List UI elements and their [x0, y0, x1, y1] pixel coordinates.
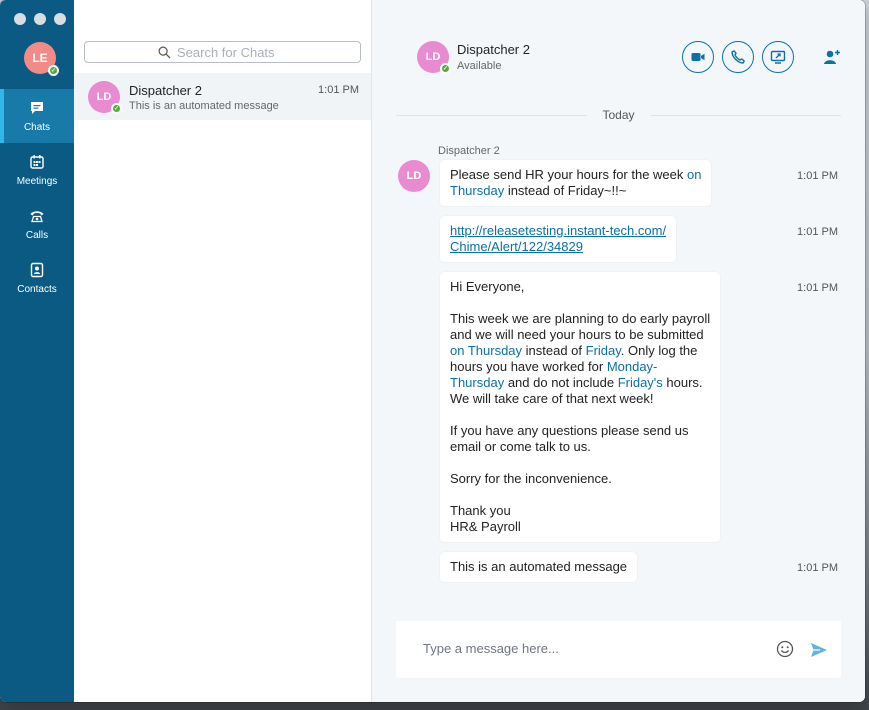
contact-avatar[interactable]: LD — [417, 41, 451, 74]
add-participant-button[interactable] — [820, 45, 844, 69]
chat-icon — [31, 101, 43, 114]
contact-name: Dispatcher 2 — [457, 42, 530, 57]
chat-name: Dispatcher 2 — [129, 83, 202, 98]
message-link[interactable]: http://releasetesting.instant-tech.com/ — [450, 223, 666, 238]
close-window-button[interactable] — [14, 13, 26, 25]
presence-available-icon — [111, 103, 122, 114]
message-bubble[interactable]: Hi Everyone, This week we are planning t… — [440, 272, 721, 542]
message-text: Sorry for the inconvenience. — [450, 471, 612, 486]
message-text: We will take care of that next week! — [450, 391, 654, 406]
search-box[interactable] — [84, 41, 361, 63]
add-person-icon — [824, 50, 840, 64]
chat-avatar: LD — [88, 81, 122, 114]
screen-share-button[interactable] — [762, 41, 794, 73]
nav-item-contacts[interactable]: Contacts — [0, 251, 74, 305]
message-text: and do not include — [504, 375, 618, 390]
message-text: . Only log the — [620, 343, 698, 358]
message-time: 1:01 PM — [797, 226, 838, 238]
calendar-icon — [30, 154, 44, 169]
presence-available-icon — [440, 63, 451, 74]
screen-share-icon — [770, 50, 786, 64]
chat-preview: This is an automated message — [129, 100, 279, 112]
message-text: Thank you — [450, 503, 511, 518]
chat-list-panel: LD Dispatcher 2 This is an automated mes… — [74, 0, 372, 702]
date-link[interactable]: on Thursday — [450, 343, 522, 358]
app-window: LE Chats Meetings Calls Contacts — [0, 0, 865, 702]
message-bubble[interactable]: http://releasetesting.instant-tech.com/ … — [440, 216, 677, 262]
message-text: This is an automated message — [450, 559, 628, 574]
my-presence-icon — [48, 65, 59, 76]
date-link[interactable]: Thursday — [450, 375, 504, 390]
date-divider-label: Today — [586, 108, 651, 122]
minimize-window-button[interactable] — [34, 13, 46, 25]
message-text: email or come talk to us. — [450, 439, 591, 454]
chat-avatar-initials: LD — [96, 91, 112, 103]
nav-label-meetings: Meetings — [16, 175, 58, 187]
chat-time: 1:01 PM — [318, 84, 359, 96]
conversation-header: LD Dispatcher 2 Available — [372, 0, 865, 88]
header-actions — [682, 41, 844, 73]
message-text: hours. — [662, 375, 703, 390]
message-time: 1:01 PM — [797, 170, 838, 182]
message-text: hours you have worked for — [450, 359, 607, 374]
date-divider: Today — [396, 108, 841, 122]
phone-icon — [30, 210, 44, 222]
date-link[interactable]: Friday — [586, 343, 621, 358]
message-time: 1:01 PM — [797, 282, 838, 294]
search-input[interactable] — [177, 44, 287, 60]
message-time: 1:01 PM — [797, 562, 838, 574]
message-input[interactable] — [423, 641, 743, 656]
date-link[interactable]: on — [687, 167, 701, 182]
date-link[interactable]: Friday's — [618, 375, 663, 390]
zoom-window-button[interactable] — [54, 13, 66, 25]
date-link[interactable]: Monday- — [607, 359, 658, 374]
video-call-button[interactable] — [682, 41, 714, 73]
my-initials: LE — [32, 51, 48, 65]
message-text: If you have any questions please send us — [450, 423, 689, 438]
message-text: instead of — [522, 343, 586, 358]
nav-item-calls[interactable]: Calls — [0, 197, 74, 251]
phone-icon — [731, 50, 745, 64]
emoji-icon[interactable] — [776, 640, 794, 658]
nav-rail: LE Chats Meetings Calls Contacts — [0, 0, 74, 702]
my-avatar[interactable]: LE — [24, 42, 59, 76]
chat-list-item[interactable]: LD Dispatcher 2 This is an automated mes… — [74, 73, 371, 120]
search-icon — [158, 46, 171, 59]
video-icon — [691, 53, 705, 61]
window-controls — [14, 13, 66, 25]
nav-label-contacts: Contacts — [17, 283, 57, 295]
voice-call-button[interactable] — [722, 41, 754, 73]
nav-item-chats[interactable]: Chats — [0, 89, 74, 143]
message-avatar: LD — [398, 160, 430, 192]
contacts-icon — [30, 262, 44, 277]
nav-label-calls: Calls — [25, 229, 49, 241]
message-bubble[interactable]: Please send HR your hours for the week o… — [440, 160, 712, 206]
message-composer — [396, 621, 841, 678]
contact-status: Available — [457, 60, 502, 72]
message-link[interactable]: Chime/Alert/122/34829 — [450, 239, 583, 254]
message-text: and we will need your hours to be submit… — [450, 327, 704, 342]
message-text: instead of Friday~!!~ — [504, 183, 627, 198]
message-text: HR& Payroll — [450, 519, 521, 534]
nav-item-meetings[interactable]: Meetings — [0, 143, 74, 197]
message-bubble[interactable]: This is an automated message — [440, 552, 638, 582]
message-text: Please send HR your hours for the week — [450, 167, 688, 182]
contact-avatar-initials: LD — [425, 51, 441, 63]
message-text: Hi Everyone, — [450, 279, 525, 294]
nav-label-chats: Chats — [23, 121, 51, 133]
date-link[interactable]: Thursday — [450, 183, 504, 198]
message-sender: Dispatcher 2 — [438, 145, 500, 157]
send-icon[interactable] — [810, 641, 828, 659]
message-text: This week we are planning to do early pa… — [450, 311, 711, 326]
conversation-pane: LD Dispatcher 2 Available — [372, 0, 865, 702]
message-avatar-initials: LD — [406, 170, 422, 182]
